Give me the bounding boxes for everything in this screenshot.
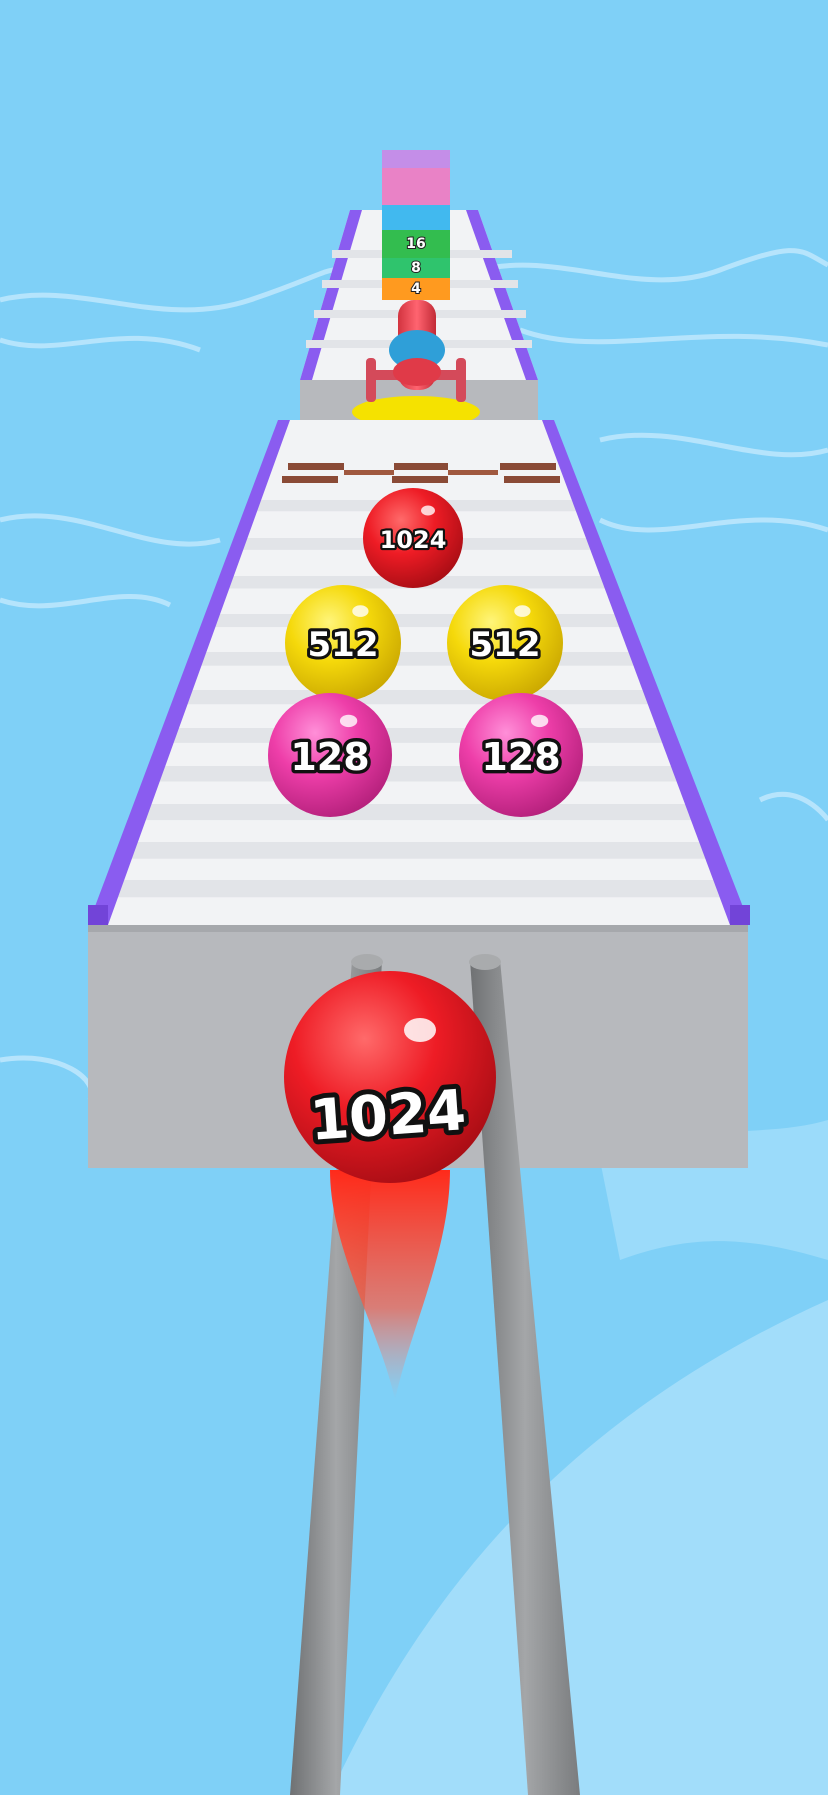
distant-block [382, 205, 450, 230]
track-ball-label: 1024 [380, 526, 447, 554]
distant-block: 8 [382, 258, 450, 278]
track-ball-label: 512 [308, 625, 379, 665]
block-tower: 1684 [382, 150, 450, 300]
player-ball-label: 1024 [308, 1078, 468, 1154]
player-ball[interactable]: 1024 [284, 971, 496, 1183]
track-ball: 512 [285, 585, 401, 701]
track-ball: 512 [447, 585, 563, 701]
distant-block-label: 16 [406, 236, 425, 252]
track-ball-label: 128 [481, 735, 560, 779]
track-ball: 1024 [363, 488, 463, 588]
distant-block [382, 150, 450, 168]
track-ball-label: 128 [290, 735, 369, 779]
distant-block: 16 [382, 230, 450, 258]
track-ball: 128 [459, 693, 583, 817]
track-ball: 128 [268, 693, 392, 817]
distant-block: 4 [382, 278, 450, 300]
distant-block-label: 4 [411, 281, 421, 297]
game-scene: 1684 1024512 512128 128 1024 [0, 0, 828, 1795]
track-ball-label: 512 [470, 625, 541, 665]
distant-block [382, 168, 450, 205]
distant-block-label: 8 [411, 260, 421, 276]
